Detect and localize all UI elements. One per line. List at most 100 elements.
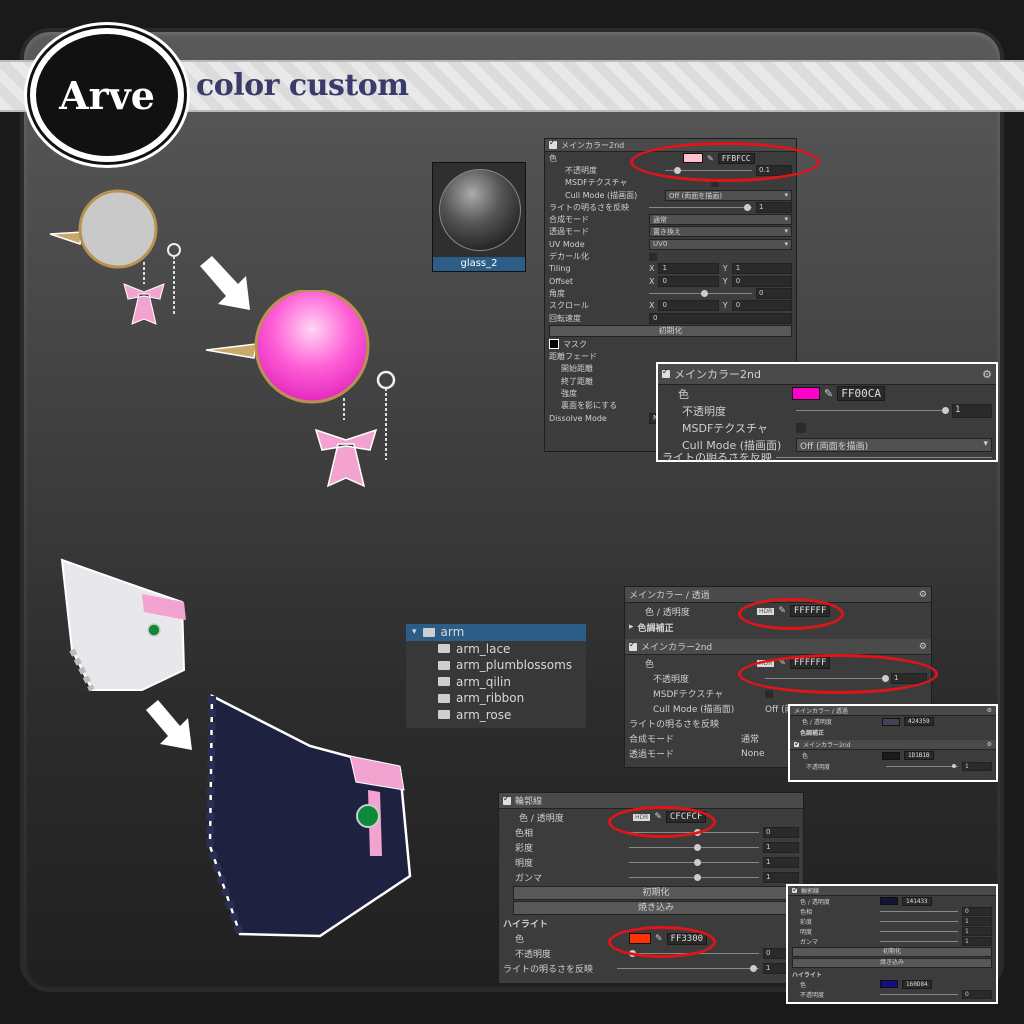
tiling-y[interactable]: 1: [731, 263, 792, 275]
opacity-value[interactable]: 1: [962, 761, 992, 771]
color-hex-input[interactable]: 141433: [902, 896, 932, 906]
gamma-value[interactable]: 1: [763, 872, 799, 883]
mask-label: マスク: [563, 339, 587, 349]
light-label: ライトの明るさを反映: [549, 202, 629, 212]
highlight-opacity-value[interactable]: 0: [962, 989, 992, 999]
value-slider[interactable]: [629, 859, 759, 866]
angle-value[interactable]: 0: [756, 287, 792, 299]
transparent-value[interactable]: None: [741, 749, 764, 759]
color-hex-input[interactable]: 1D1B1B: [904, 751, 934, 760]
scroll-y[interactable]: 0: [731, 300, 792, 312]
glasses-temple-icon: [49, 231, 83, 245]
saturation-slider[interactable]: [629, 844, 759, 851]
mask-thumb-icon[interactable]: [549, 339, 559, 350]
blend-value[interactable]: 通常: [741, 732, 759, 745]
light-value[interactable]: 1: [756, 201, 792, 213]
reset-button[interactable]: 初期化: [549, 325, 792, 338]
offset-x[interactable]: 0: [658, 275, 719, 287]
color-swatch[interactable]: [792, 387, 820, 400]
tiling-label: Tiling: [549, 264, 571, 274]
tree-folder-item[interactable]: arm_qilin: [406, 674, 586, 691]
hue-value[interactable]: 0: [962, 906, 992, 916]
msdf-checkbox[interactable]: [765, 689, 773, 698]
saturation-value[interactable]: 1: [962, 916, 992, 926]
gamma-slider[interactable]: [629, 874, 759, 881]
tone-row[interactable]: 色調補正: [790, 727, 996, 737]
scroll-x[interactable]: 0: [658, 300, 719, 312]
bake-button[interactable]: 焼き込み: [792, 958, 992, 968]
gear-icon[interactable]: ⚙: [919, 590, 927, 600]
cutoff-slider[interactable]: [776, 456, 992, 458]
cull-dropdown[interactable]: Off (両面を描画) ▾: [796, 437, 992, 452]
cull-dropdown[interactable]: Off (両面を描画) ▾: [665, 189, 792, 201]
enable-checkbox[interactable]: [662, 367, 670, 378]
color-hex-input[interactable]: 160D84: [902, 979, 932, 989]
color-swatch[interactable]: [882, 751, 900, 760]
tree-folder-item[interactable]: arm_lace: [406, 641, 586, 658]
color-swatch[interactable]: [880, 897, 898, 905]
bake-button[interactable]: 焼き込み: [513, 901, 799, 915]
color-swatch[interactable]: [880, 980, 898, 988]
eyedropper-icon[interactable]: ✎: [824, 387, 833, 400]
angle-slider[interactable]: [649, 289, 752, 297]
hue-slider[interactable]: [880, 910, 958, 912]
msdf-checkbox[interactable]: [796, 422, 806, 433]
reset-button[interactable]: 初期化: [792, 947, 992, 957]
green-gem-icon: [147, 623, 161, 637]
color-swatch[interactable]: [882, 717, 900, 726]
enable-checkbox[interactable]: [629, 640, 637, 651]
saturation-slider[interactable]: [880, 920, 958, 922]
msdf-row: MSDFテクスチャ: [658, 419, 996, 436]
highlight-opacity-slider[interactable]: [880, 993, 958, 995]
enable-checkbox[interactable]: [549, 138, 557, 149]
tiling-x[interactable]: 1: [658, 263, 719, 275]
tree-folder-item[interactable]: arm_ribbon: [406, 690, 586, 707]
texture-preview[interactable]: glass_2: [432, 162, 526, 272]
hue-value[interactable]: 0: [763, 827, 799, 838]
decal-checkbox[interactable]: [649, 252, 657, 261]
gamma-value[interactable]: 1: [962, 936, 992, 946]
gear-icon[interactable]: ⚙: [919, 642, 927, 652]
enable-checkbox[interactable]: [503, 794, 511, 805]
value-value[interactable]: 1: [763, 857, 799, 868]
reset-button[interactable]: 初期化: [513, 886, 799, 900]
color-alpha-label: 色 / 透明度: [800, 898, 830, 906]
gamma-slider[interactable]: [880, 940, 958, 942]
value-value[interactable]: 1: [962, 926, 992, 936]
tree-folder-root[interactable]: ▾ arm: [406, 624, 586, 641]
opacity-row: 不透明度 1: [658, 402, 996, 419]
opacity-slider[interactable]: [796, 407, 949, 414]
blend-dropdown[interactable]: 通常 ▾: [649, 214, 792, 226]
rotate-value[interactable]: 0: [649, 312, 792, 324]
value-row: 明度 1: [499, 855, 803, 870]
enable-checkbox[interactable]: [794, 739, 801, 748]
blend-row: 合成モード 通常 ▾: [545, 213, 796, 226]
tree-folder-item[interactable]: arm_plumblossoms: [406, 657, 586, 674]
chevron-down-icon[interactable]: ▾: [412, 627, 417, 637]
light-slider[interactable]: [617, 965, 759, 972]
value-slider[interactable]: [880, 930, 958, 932]
green-gem-icon: [356, 804, 380, 828]
opacity-slider[interactable]: [886, 763, 958, 768]
transparent-dropdown[interactable]: 置き換え ▾: [649, 226, 792, 238]
panel-header: メインカラー2nd ⚙: [658, 364, 996, 385]
saturation-value[interactable]: 1: [763, 842, 799, 853]
gear-icon[interactable]: ⚙: [982, 368, 992, 381]
light-slider[interactable]: [649, 203, 752, 211]
enable-checkbox[interactable]: [792, 885, 799, 894]
color-hex-input[interactable]: 424359: [904, 717, 934, 726]
uv-dropdown[interactable]: UV0 ▾: [649, 238, 792, 250]
chevron-right-icon[interactable]: ▸: [629, 622, 634, 632]
tree-folder-item[interactable]: arm_rose: [406, 707, 586, 724]
gear-icon[interactable]: ⚙: [987, 741, 992, 748]
logo-text: Arve: [59, 72, 155, 118]
panel-header-title: メインカラー2nd: [561, 140, 625, 150]
saturation-row: 彩度 1: [788, 916, 996, 926]
opacity-value[interactable]: 1: [952, 403, 992, 418]
tree-item-label: arm_rose: [456, 707, 512, 722]
gear-icon[interactable]: ⚙: [987, 707, 992, 714]
color-hex-input[interactable]: FF00CA: [837, 386, 885, 401]
offset-y[interactable]: 0: [731, 275, 792, 287]
light-row: ライトの明るさを反映 1: [499, 961, 803, 976]
opacity-label: 不透明度: [682, 404, 726, 418]
